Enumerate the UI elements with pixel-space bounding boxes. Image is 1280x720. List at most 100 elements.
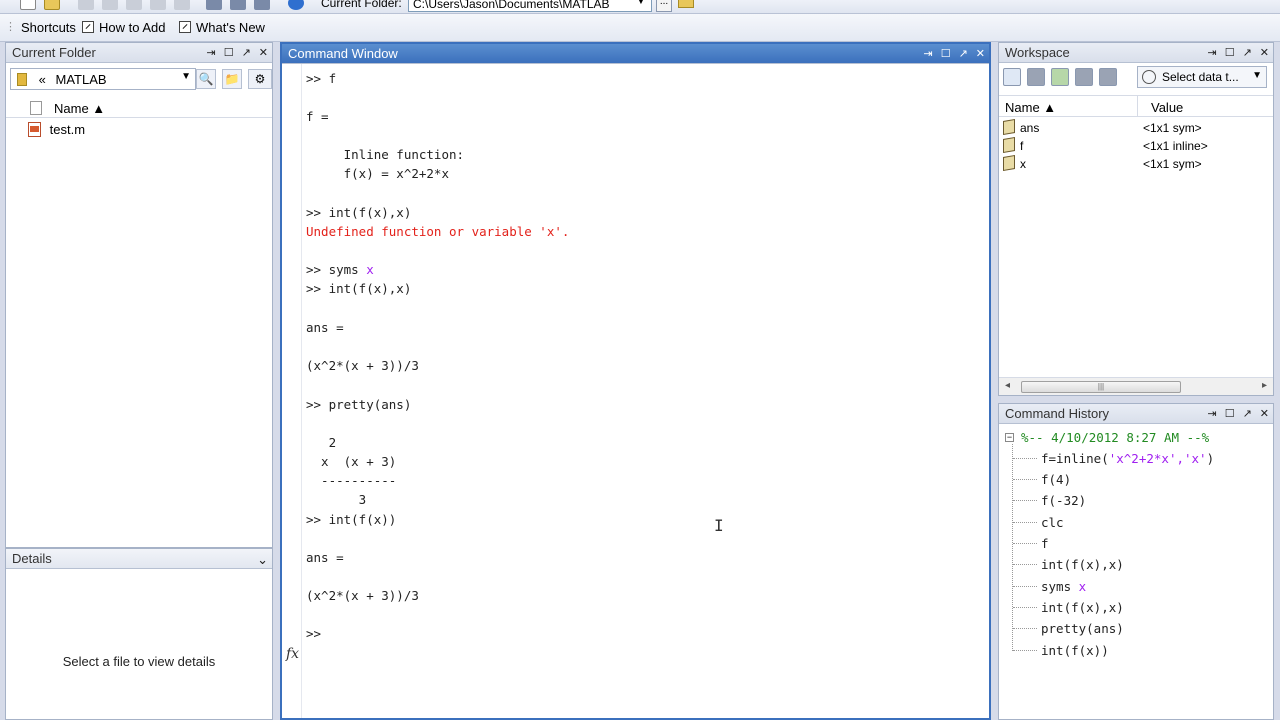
browse-folder-button[interactable]: ... <box>656 0 672 12</box>
chevron-down-icon[interactable]: ▼ <box>636 0 646 7</box>
current-folder-label: Current Folder: <box>321 0 402 10</box>
new-file-icon[interactable] <box>20 0 36 10</box>
history-entry[interactable]: int(f(x),x) <box>1041 600 1124 615</box>
maximize-icon[interactable]: ☐ <box>1225 407 1235 420</box>
redo-icon[interactable] <box>174 0 190 10</box>
history-entry[interactable]: f <box>1041 536 1049 551</box>
folder-up-icon[interactable] <box>678 0 694 8</box>
function-browser-icon[interactable]: fx <box>286 646 299 662</box>
history-string: 'x^2+2*x','x' <box>1108 451 1207 466</box>
command-line: Inline function: <box>306 147 465 162</box>
command-line: (x^2*(x + 3))/3 <box>306 588 419 603</box>
undock-icon[interactable]: ↗ <box>959 47 968 60</box>
command-gutter <box>282 64 302 718</box>
chevron-down-icon[interactable]: ▼ <box>181 71 191 82</box>
pin-icon[interactable]: ⇥ <box>923 47 932 60</box>
command-prompt[interactable]: >> <box>306 626 321 641</box>
history-session-header[interactable]: %-- 4/10/2012 8:27 AM --% <box>1021 430 1209 445</box>
error-message: Undefined function or variable 'x'. <box>306 224 570 239</box>
scroll-left-icon[interactable]: ◂ <box>1005 380 1010 391</box>
breadcrumb-chevron[interactable]: « <box>39 72 46 87</box>
maximize-icon[interactable]: ☐ <box>224 46 234 59</box>
new-variable-icon[interactable] <box>1003 68 1021 86</box>
history-entry[interactable]: clc <box>1041 515 1064 530</box>
table-row[interactable]: x <1x1 sym> <box>999 154 1273 173</box>
command-history-title-bar[interactable]: Command History ⇥ ☐ ↗ ✕ <box>999 404 1273 424</box>
details-title-bar[interactable]: Details ⌄ <box>6 549 272 569</box>
maximize-icon[interactable]: ☐ <box>941 47 951 60</box>
chevron-down-icon[interactable]: ⌄ <box>257 552 268 568</box>
variable-value: <1x1 sym> <box>1143 121 1202 135</box>
open-folder-icon[interactable] <box>44 0 60 10</box>
close-icon[interactable]: ✕ <box>1260 46 1269 59</box>
profiler-icon[interactable] <box>254 0 270 10</box>
close-icon[interactable]: ✕ <box>1260 407 1269 420</box>
name-column-header[interactable]: Name ▲ <box>54 101 105 116</box>
column-divider[interactable] <box>1137 96 1138 117</box>
history-tail: ) <box>1206 451 1215 466</box>
toolbar-grip-icon[interactable]: ⋮ <box>5 20 16 33</box>
horizontal-scrollbar[interactable]: ◂ ||| ▸ <box>999 377 1273 395</box>
new-folder-icon[interactable]: 📁 <box>222 69 242 89</box>
search-icon[interactable]: 🔍 <box>196 69 216 89</box>
delete-icon[interactable] <box>1099 68 1117 86</box>
command-window-output[interactable]: >> f f = Inline function: f(x) = x^2+2*x… <box>282 64 989 718</box>
history-entry[interactable]: syms x <box>1041 579 1086 594</box>
command-window-title-bar[interactable]: Command Window ⇥ ☐ ↗ ✕ <box>282 44 989 64</box>
history-entry[interactable]: f(-32) <box>1041 493 1086 508</box>
simulink-icon[interactable] <box>206 0 222 10</box>
scrollbar-thumb[interactable]: ||| <box>1021 381 1181 393</box>
select-data-dropdown[interactable]: Select data t... ▼ <box>1137 66 1267 88</box>
undock-icon[interactable]: ↗ <box>1243 407 1252 420</box>
import-data-icon[interactable] <box>1027 68 1045 86</box>
guide-icon[interactable] <box>230 0 246 10</box>
table-row[interactable]: f <1x1 inline> <box>999 136 1273 155</box>
collapse-icon[interactable]: − <box>1005 433 1014 442</box>
command-line: >> int(f(x),x) <box>306 205 412 220</box>
history-tree-line <box>1012 444 1013 651</box>
folder-address-bar[interactable]: « MATLAB ▼ <box>10 68 196 90</box>
copy-icon[interactable] <box>102 0 118 10</box>
history-entry[interactable]: f(4) <box>1041 472 1071 487</box>
undock-icon[interactable]: ↗ <box>242 46 251 59</box>
history-entry[interactable]: int(f(x),x) <box>1041 557 1124 572</box>
whats-new-link[interactable]: What's New <box>179 20 265 35</box>
tree-branch <box>1013 650 1037 651</box>
history-entry[interactable]: pretty(ans) <box>1041 621 1124 636</box>
scroll-right-icon[interactable]: ▸ <box>1262 380 1267 391</box>
panel-title: Details <box>12 551 52 566</box>
pin-icon[interactable]: ⇥ <box>1207 46 1216 59</box>
history-entry[interactable]: f=inline('x^2+2*x','x') <box>1041 451 1214 466</box>
table-row[interactable]: ans <1x1 sym> <box>999 118 1273 137</box>
tree-branch <box>1013 500 1037 501</box>
cut-icon[interactable] <box>78 0 94 10</box>
current-folder-path-input[interactable]: C:\Users\Jason\Documents\MATLAB <box>408 0 652 12</box>
print-icon[interactable] <box>1075 68 1093 86</box>
name-column-header[interactable]: Name ▲ <box>1005 100 1056 115</box>
pin-icon[interactable]: ⇥ <box>1207 407 1216 420</box>
undock-icon[interactable]: ↗ <box>1243 46 1252 59</box>
close-icon[interactable]: ✕ <box>976 47 985 60</box>
variable-icon <box>1003 118 1015 136</box>
panel-title: Current Folder <box>12 45 96 60</box>
save-workspace-icon[interactable] <box>1051 68 1069 86</box>
undo-icon[interactable] <box>150 0 166 10</box>
maximize-icon[interactable]: ☐ <box>1225 46 1235 59</box>
history-entry[interactable]: int(f(x)) <box>1041 643 1109 658</box>
close-icon[interactable]: ✕ <box>259 46 268 59</box>
pin-icon[interactable]: ⇥ <box>206 46 215 59</box>
value-column-header[interactable]: Value <box>1151 100 1183 115</box>
file-list-item[interactable]: test.m <box>28 122 85 137</box>
gear-icon[interactable]: ⚙ <box>248 69 272 89</box>
shortcuts-button[interactable]: Shortcuts <box>21 20 76 35</box>
current-folder-title-bar[interactable]: Current Folder ⇥ ☐ ↗ ✕ <box>6 43 272 63</box>
workspace-title-bar[interactable]: Workspace ⇥ ☐ ↗ ✕ <box>999 43 1273 63</box>
how-to-add-link[interactable]: How to Add <box>82 20 166 35</box>
command-line: 3 <box>306 492 367 507</box>
window-buttons: ⇥ ☐ ↗ ✕ <box>1207 46 1269 59</box>
help-icon[interactable] <box>288 0 304 10</box>
type-column-header[interactable] <box>30 101 42 115</box>
breadcrumb-folder[interactable]: MATLAB <box>55 72 106 87</box>
paste-icon[interactable] <box>126 0 142 10</box>
chevron-down-icon[interactable]: ▼ <box>1252 70 1262 81</box>
